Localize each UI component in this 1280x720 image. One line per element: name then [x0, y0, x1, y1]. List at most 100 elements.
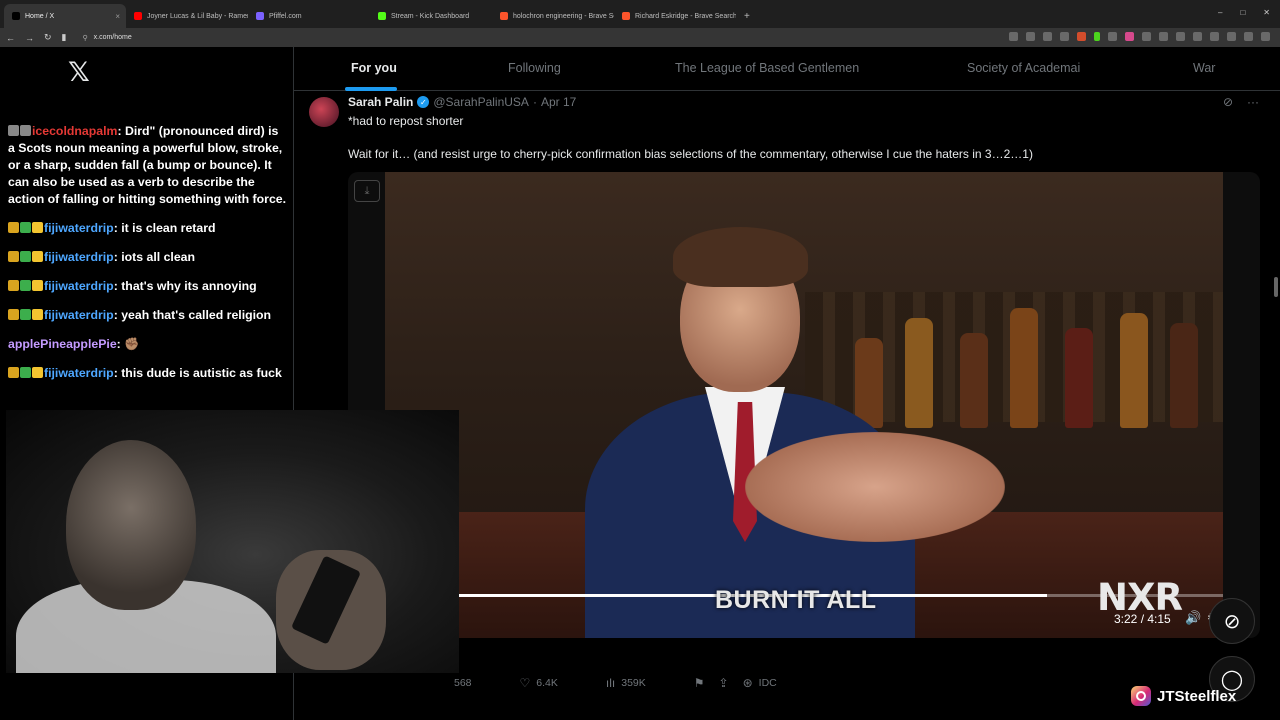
chat-badge-icon	[32, 367, 43, 378]
bookmark-icon: ⚑	[693, 676, 705, 690]
share-button[interactable]: ⇪	[719, 676, 729, 690]
menu-icon[interactable]	[1261, 32, 1270, 41]
tweet-media[interactable]: ⤓ BURN IT ALL NXR 3:22 / 4:15 🔊	[348, 172, 1260, 638]
tab-for-you[interactable]: For you	[351, 61, 397, 75]
chat-message: applePineapplePie: ✊🏽	[8, 336, 288, 353]
close-tab-icon[interactable]: ×	[115, 12, 120, 21]
avatar[interactable]	[309, 97, 339, 127]
chat-text: : yeah that's called religion	[113, 308, 272, 322]
chat-username[interactable]: fijiwaterdrip	[44, 221, 114, 235]
chat-username[interactable]: fijiwaterdrip	[44, 308, 114, 322]
tab-strip: Home / X × Joyner Lucas & Lil Baby - Ramen…	[4, 4, 736, 28]
grok-idc-label[interactable]: ⊛ IDC	[743, 676, 777, 690]
browser-tab[interactable]: Joyner Lucas & Lil Baby - Ramen & O	[126, 4, 248, 28]
extension-icon-2[interactable]	[1108, 32, 1117, 41]
browser-tab[interactable]: Pfiffel.com	[248, 4, 370, 28]
close-window-button[interactable]: ✕	[1263, 8, 1270, 17]
address-bar[interactable]: ⚲ x.com/home	[83, 34, 132, 42]
new-tab-button[interactable]: +	[744, 11, 750, 22]
star-icon[interactable]	[1060, 32, 1069, 41]
tweet-text-line-2: Wait for it… (and resist urge to cherry-…	[348, 147, 1033, 161]
separator-dot: ·	[532, 95, 537, 109]
author-name[interactable]: Sarah Palin	[348, 95, 413, 109]
music-icon[interactable]	[1210, 32, 1219, 41]
chat-message: fijiwaterdrip: it is clean retard	[8, 220, 288, 237]
chat-message: fijiwaterdrip: iots all clean	[8, 249, 288, 266]
bottle-image	[1170, 323, 1198, 428]
minimize-button[interactable]: –	[1218, 8, 1222, 17]
chat-badge-icon	[20, 280, 31, 291]
url-text[interactable]: x.com/home	[94, 34, 132, 41]
chat-badge-icon	[32, 251, 43, 262]
tweet-date[interactable]: Apr 17	[541, 95, 576, 109]
tab-war[interactable]: War	[1193, 61, 1215, 75]
reload-icon[interactable]: ↻	[44, 32, 52, 43]
scrollbar[interactable]	[1274, 277, 1278, 297]
chat-badge-icon	[8, 280, 19, 291]
chat-badge-icon	[20, 251, 31, 262]
chat-badge-icon	[20, 309, 31, 320]
chat-text: : this dude is autistic as fuck	[113, 366, 282, 380]
like-button[interactable]: ♡ 6.4K	[520, 676, 558, 690]
download-icon[interactable]: ⤓	[354, 180, 380, 202]
instagram-handle: JTSteelflex	[1157, 687, 1237, 705]
chat-username[interactable]: fijiwaterdrip	[44, 279, 114, 293]
tab-society-of-academai[interactable]: Society of Academai	[967, 61, 1080, 75]
more-options-icon[interactable]: ···	[1247, 95, 1259, 109]
webcam-overlay	[6, 410, 459, 673]
reply-count[interactable]: 568	[454, 677, 472, 689]
tab-following[interactable]: Following	[508, 61, 561, 75]
chat-username[interactable]: fijiwaterdrip	[44, 250, 114, 264]
instagram-overlay: JTSteelflex	[1131, 686, 1236, 706]
wallet-icon[interactable]	[1244, 32, 1253, 41]
browser-tab[interactable]: holochron engineering - Brave Search	[492, 4, 614, 28]
chat-username[interactable]: icecoldnapalm	[32, 124, 117, 138]
site-info-icon[interactable]: ⚲	[83, 34, 88, 42]
zoom-icon[interactable]	[1026, 32, 1035, 41]
browser-tab[interactable]: Home / X ×	[4, 4, 126, 28]
chat-badge-icon	[20, 125, 31, 136]
video-caption: BURN IT ALL	[715, 586, 877, 614]
kick-favicon-icon	[378, 12, 386, 20]
extension-icon-7[interactable]	[1193, 32, 1202, 41]
kick-extension-icon[interactable]	[1094, 32, 1100, 41]
browser-tab[interactable]: Stream - Kick Dashboard	[370, 4, 492, 28]
grok-float-button[interactable]: ⊘	[1209, 598, 1255, 644]
maximize-button[interactable]: □	[1240, 8, 1245, 17]
browser-tab[interactable]: Richard Eskridge - Brave Search	[614, 4, 736, 28]
volume-icon[interactable]: 🔊	[1185, 610, 1201, 626]
author-handle[interactable]: @SarahPalinUSA	[433, 95, 529, 109]
x-logo-icon[interactable]: 𝕏	[68, 57, 90, 88]
p-favicon-icon	[256, 12, 264, 20]
browser-toolbar: ← → ↻ ▮ ⚲ x.com/home	[0, 28, 1280, 47]
video-player[interactable]: BURN IT ALL NXR 3:22 / 4:15 🔊 ⚙	[385, 172, 1223, 638]
forward-icon[interactable]: →	[25, 33, 34, 43]
extension-icon[interactable]	[1009, 32, 1018, 41]
back-icon[interactable]: ←	[6, 33, 15, 43]
speaker-figure	[585, 202, 915, 638]
share-icon[interactable]	[1043, 32, 1052, 41]
grok-icon[interactable]: ⊘	[1223, 95, 1233, 109]
bottle-image	[905, 318, 933, 428]
tab-league-of-based-gentlemen[interactable]: The League of Based Gentlemen	[675, 61, 859, 75]
chat-username[interactable]: applePineapplePie	[8, 337, 117, 351]
grok-icon: ⊛	[742, 676, 753, 690]
streamer-head	[66, 440, 196, 610]
chat-badge-icon	[8, 222, 19, 233]
analytics-icon: ılı	[605, 676, 616, 690]
bottle-image	[1065, 328, 1093, 428]
bookmark-button[interactable]: ⚑	[694, 676, 705, 690]
sidebar-icon[interactable]	[1227, 32, 1236, 41]
views-button[interactable]: ılı 359K	[606, 676, 646, 690]
extension-icon-4[interactable]	[1142, 32, 1151, 41]
browser-tab-label: Home / X	[25, 12, 55, 20]
bookmark-icon[interactable]: ▮	[62, 32, 67, 43]
browser-tab-label: Pfiffel.com	[269, 12, 302, 20]
extension-icon-3[interactable]	[1125, 32, 1134, 41]
chat-message: fijiwaterdrip: this dude is autistic as …	[8, 365, 288, 382]
extension-icon-5[interactable]	[1159, 32, 1168, 41]
brave-favicon-icon	[500, 12, 508, 20]
chat-username[interactable]: fijiwaterdrip	[44, 366, 114, 380]
extension-icon-6[interactable]	[1176, 32, 1185, 41]
brave-shield-icon[interactable]	[1077, 32, 1086, 41]
